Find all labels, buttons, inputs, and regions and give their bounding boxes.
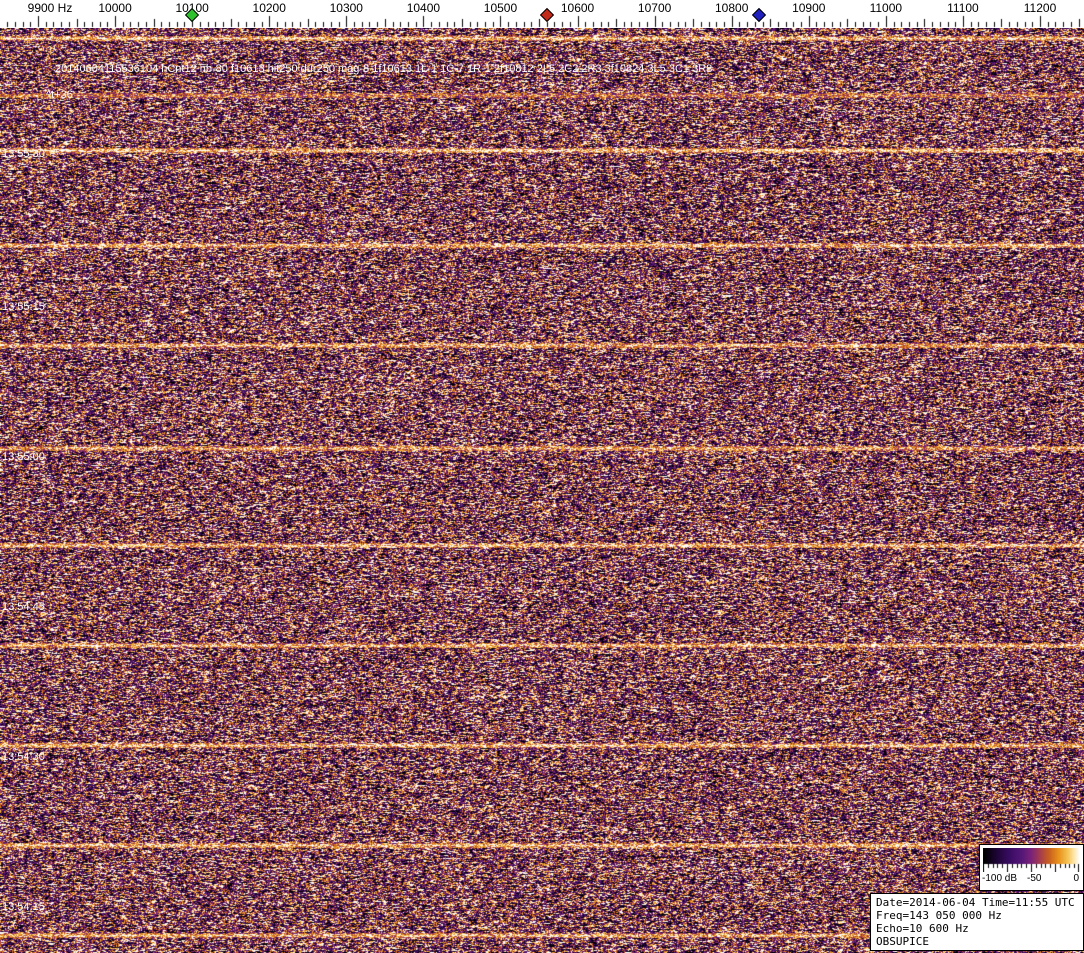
freq-tick-label: 9900 Hz	[28, 1, 73, 15]
freq-tick-label: 10400	[407, 1, 440, 15]
freq-tick-label: 10300	[330, 1, 363, 15]
time-label: 13:54:45	[2, 601, 45, 613]
color-scale-labels: -100 dB -50 0	[980, 873, 1083, 888]
color-scale-legend: -100 dB -50 0	[979, 844, 1084, 891]
detection-annotation: 20140604115536104 hCnt12 nb-80 f10613 hi…	[55, 63, 712, 75]
frequency-axis: 9900 Hz100001010010200103001040010500106…	[0, 0, 1084, 28]
spectrogram-app: 9900 Hz100001010010200103001040010500106…	[0, 0, 1084, 953]
freq-tick-label: 10500	[484, 1, 517, 15]
color-scale-gradient	[983, 848, 1080, 872]
time-label: 13:54:30	[2, 751, 45, 763]
observation-info-box: Date=2014-06-04 Time=11:55 UTC Freq=143 …	[870, 893, 1084, 951]
legend-label-max: 0	[1073, 873, 1079, 884]
freq-tick-label: 10200	[253, 1, 286, 15]
time-label: 13:54:15	[2, 901, 45, 913]
freq-tick-label: 10800	[715, 1, 748, 15]
freq-tick-label: 10700	[638, 1, 671, 15]
time-label: 13:55:15	[2, 301, 45, 313]
info-station: OBSUPICE	[876, 935, 1078, 948]
freq-tick-label: 10900	[792, 1, 825, 15]
time-label: 13:55:30	[2, 148, 45, 160]
freq-tick-label: 10000	[98, 1, 131, 15]
freq-tick-label: 10600	[561, 1, 594, 15]
freq-tick-label: 11200	[1024, 1, 1056, 15]
info-echo: Echo=10 600 Hz	[876, 922, 1078, 935]
freq-tick-label: 11100	[947, 1, 979, 15]
time-label: 13:55:00	[2, 451, 45, 463]
spectrogram-canvas	[0, 28, 1084, 953]
legend-label-mid: -50	[1027, 873, 1041, 884]
time-offset-annotation: ^t+36	[46, 89, 73, 101]
info-frequency: Freq=143 050 000 Hz	[876, 909, 1078, 922]
freq-tick-label: 11000	[870, 1, 902, 15]
info-date-time: Date=2014-06-04 Time=11:55 UTC	[876, 896, 1078, 909]
legend-label-min: -100 dB	[982, 873, 1017, 884]
